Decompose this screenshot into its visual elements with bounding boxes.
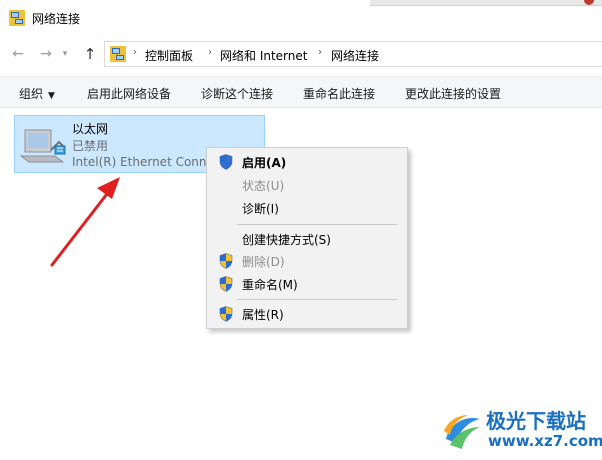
menu-item-label: 创建快捷方式(S) (242, 233, 331, 247)
rename-button[interactable]: 重命名此连接 (303, 85, 375, 102)
arrow-right-icon: → (40, 46, 52, 62)
menu-item-enable[interactable]: 启用(A) (207, 151, 407, 173)
caret-down-icon: ▼ (48, 91, 55, 101)
uac-shield-icon (219, 253, 233, 269)
network-connections-icon (9, 10, 25, 26)
forward-button[interactable]: → (36, 44, 56, 64)
menu-item-diagnose[interactable]: 诊断(I) (207, 197, 407, 219)
menu-item-label: 属性(R) (242, 308, 284, 322)
uac-shield-icon (219, 154, 233, 170)
arrow-up-icon: ↑ (83, 45, 97, 63)
context-menu: 启用(A) 状态(U) 诊断(I) 创建快捷方式(S) 删除(D) 重命名(M) (206, 147, 408, 329)
recent-locations-button[interactable]: ▾ (58, 44, 72, 64)
address-path[interactable]: › 控制面板 › 网络和 Internet › 网络连接 (104, 41, 602, 67)
menu-item-label: 状态(U) (242, 179, 285, 193)
connection-status: 已禁用 (72, 139, 109, 153)
connection-name: 以太网 (72, 122, 109, 136)
window-title: 网络连接 (32, 12, 81, 26)
uac-shield-icon (219, 306, 233, 322)
chevron-down-icon: ▾ (62, 49, 68, 59)
breadcrumb-separator-icon[interactable]: › (208, 47, 212, 58)
watermark-site: www.xz7.com (488, 432, 602, 450)
organize-menu-button[interactable]: 组织 ▼ (19, 85, 55, 102)
up-button[interactable]: ↑ (80, 44, 100, 64)
command-bar: 组织 ▼ 启用此网络设备 诊断这个连接 重命名此连接 更改此连接的设置 (0, 76, 602, 108)
organize-label: 组织 (19, 87, 44, 101)
menu-item-properties[interactable]: 属性(R) (207, 303, 407, 325)
menu-item-label: 启用(A) (242, 156, 287, 170)
menu-item-create-shortcut[interactable]: 创建快捷方式(S) (207, 228, 407, 250)
aurora-logo-icon (444, 415, 480, 449)
title-bar: 网络连接 (0, 0, 602, 36)
back-button[interactable]: ← (8, 44, 28, 64)
enable-device-button[interactable]: 启用此网络设备 (87, 85, 171, 102)
breadcrumb-separator-icon[interactable]: › (133, 47, 137, 58)
breadcrumb-network-internet[interactable]: 网络和 Internet (220, 47, 307, 64)
address-bar: ← → ▾ ↑ › 控制面板 › 网络和 Internet › 网络连接 (0, 36, 602, 72)
network-connections-icon (110, 46, 126, 62)
breadcrumb-separator-icon[interactable]: › (318, 47, 322, 58)
diagnose-button[interactable]: 诊断这个连接 (201, 85, 273, 102)
breadcrumb-network-connections[interactable]: 网络连接 (331, 47, 379, 64)
background-window-edge (370, 0, 602, 6)
breadcrumb-control-panel[interactable]: 控制面板 (145, 47, 193, 64)
menu-item-label: 诊断(I) (242, 202, 279, 216)
menu-item-rename[interactable]: 重命名(M) (207, 273, 407, 295)
uac-shield-icon (219, 276, 233, 292)
change-settings-button[interactable]: 更改此连接的设置 (405, 85, 501, 102)
menu-item-status: 状态(U) (207, 174, 407, 196)
menu-item-delete: 删除(D) (207, 250, 407, 272)
menu-separator (237, 224, 397, 225)
menu-item-label: 删除(D) (242, 255, 285, 269)
menu-item-label: 重命名(M) (242, 278, 298, 292)
watermark-brand: 极光下载站 (486, 409, 586, 433)
arrow-left-icon: ← (12, 46, 24, 62)
ethernet-adapter-icon (19, 129, 66, 163)
menu-separator (237, 299, 397, 300)
watermark: 极光下载站 www.xz7.com (440, 405, 602, 460)
